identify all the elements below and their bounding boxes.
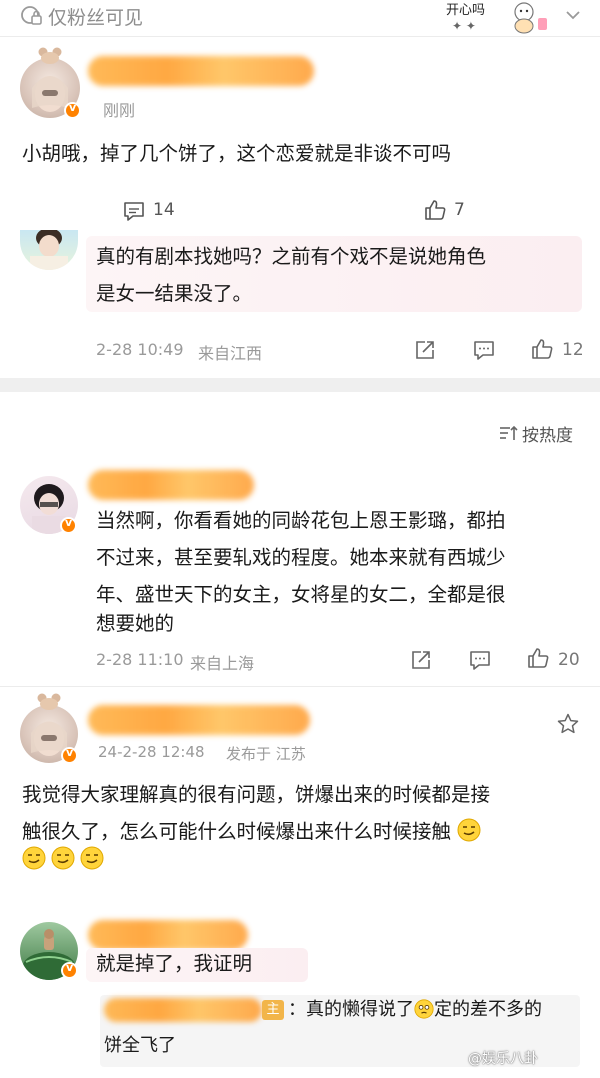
comment-text-line2: 触很久了，怎么可能什么时候爆出来什么时候接触 <box>22 820 452 843</box>
divider <box>0 686 600 687</box>
reply-text-line1: 真的有剧本找她吗？之前有个戏不是说她角色 <box>96 245 487 268</box>
share-icon[interactable] <box>410 649 432 671</box>
comment-text-line4: 想要她的 <box>96 612 175 635</box>
quoted-text-line2: 饼全飞了 <box>104 1035 176 1056</box>
star-icon[interactable] <box>556 712 580 736</box>
comment-text-line2: 不过来，甚至要轧戏的程度。她本来就有西城少 <box>96 546 506 569</box>
like-icon[interactable] <box>423 198 447 222</box>
sticker-text: 开心吗 <box>446 3 485 18</box>
quoted-text-line1-wrap: ：真的懒得说了 定的差不多的 <box>288 997 542 1023</box>
comment-text-line2-wrap: 触很久了，怎么可能什么时候爆出来什么时候接触 <box>22 813 481 850</box>
blurred-username <box>88 56 314 86</box>
verified-badge <box>60 516 77 534</box>
sort-button[interactable]: 按热度 <box>522 421 573 446</box>
smirk-emoji-icon <box>22 846 46 870</box>
top-bar: 仅粉丝可见 开心吗 ✦ ✦ <box>0 0 600 34</box>
lock-icon <box>21 6 42 25</box>
smirk-emoji-icon <box>51 846 75 870</box>
smirk-emoji-icon <box>80 846 104 870</box>
reply-text-line2: 是女一结果没了。 <box>96 282 253 305</box>
post-time: 刚刚 <box>103 101 136 120</box>
comment-icon[interactable] <box>472 339 496 361</box>
like-count: 12 <box>562 340 584 360</box>
verified-badge <box>61 746 78 764</box>
comment-text: 就是掉了，我证明 <box>96 952 253 975</box>
like-icon[interactable] <box>526 646 550 670</box>
bear-ears-icon <box>37 693 61 710</box>
visibility-label: 仅粉丝可见 <box>48 7 144 29</box>
post-text: 小胡哦，掉了几个饼了，这个恋爱就是非谈不可吗 <box>22 142 452 165</box>
like-icon[interactable] <box>530 337 554 361</box>
bear-ears-icon <box>38 47 62 64</box>
quoted-text-line1: ：真的懒得说了 <box>288 999 414 1020</box>
comment-location: 发布于 江苏 <box>226 745 306 763</box>
share-icon[interactable] <box>414 339 436 361</box>
quoted-text-mid: 定的差不多的 <box>434 999 542 1020</box>
comment-text-line1: 当然啊，你看看她的同龄花包上恩王影璐，都拍 <box>96 509 506 532</box>
comment-time: 24-2-28 12:48 <box>98 743 205 761</box>
sticker-image: 开心吗 ✦ ✦ <box>446 2 547 34</box>
comment-text-line1: 我觉得大家理解真的很有问题，饼爆出来的时候都是接 <box>22 783 491 806</box>
comment-location: 来自上海 <box>190 654 255 673</box>
emoji-row <box>22 846 104 870</box>
comment-icon[interactable] <box>468 649 492 671</box>
blurred-username <box>88 920 248 950</box>
divider <box>0 36 600 37</box>
chevron-down-icon[interactable] <box>562 4 584 26</box>
blurred-username <box>88 470 254 500</box>
watermark: @娱乐八卦 <box>468 1051 538 1067</box>
comment-icon[interactable] <box>122 200 146 222</box>
comment-time: 2-28 11:10 <box>96 650 184 669</box>
blurred-username <box>88 705 310 735</box>
verified-badge <box>64 101 81 119</box>
comment-count: 14 <box>153 200 175 220</box>
svg-text:✦ ✦: ✦ ✦ <box>452 19 476 33</box>
reply-time: 2-28 10:49 <box>96 340 184 359</box>
blurred-username <box>104 998 262 1022</box>
sort-icon[interactable] <box>498 423 520 443</box>
verified-badge <box>61 961 78 979</box>
fan-badge: 主 <box>262 1000 284 1020</box>
like-count: 20 <box>558 650 580 670</box>
smirk-emoji-icon <box>457 818 481 842</box>
avatar[interactable] <box>20 230 78 270</box>
reply-location: 来自江西 <box>198 344 263 363</box>
cry-emoji-icon <box>414 999 434 1019</box>
like-count: 7 <box>454 200 465 220</box>
section-divider <box>0 378 600 392</box>
